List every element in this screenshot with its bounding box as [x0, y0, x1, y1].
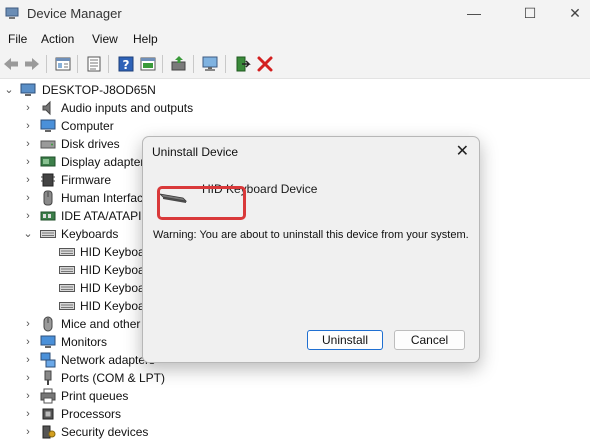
dialog-warning-text: Warning: You are about to uninstall this… [153, 229, 469, 241]
dialog-title: Uninstall Device [152, 145, 239, 159]
modal-overlay: Uninstall Device ✕ HID Keyboard Device W… [0, 0, 590, 444]
dialog-close-button[interactable]: ✕ [456, 141, 469, 161]
dialog-footer: Uninstall Cancel [143, 317, 479, 362]
uninstall-device-dialog: Uninstall Device ✕ HID Keyboard Device W… [142, 136, 480, 363]
cancel-button[interactable]: Cancel [394, 330, 465, 350]
uninstall-button[interactable]: Uninstall [307, 330, 383, 350]
uninstall-highlight-box [157, 186, 246, 220]
